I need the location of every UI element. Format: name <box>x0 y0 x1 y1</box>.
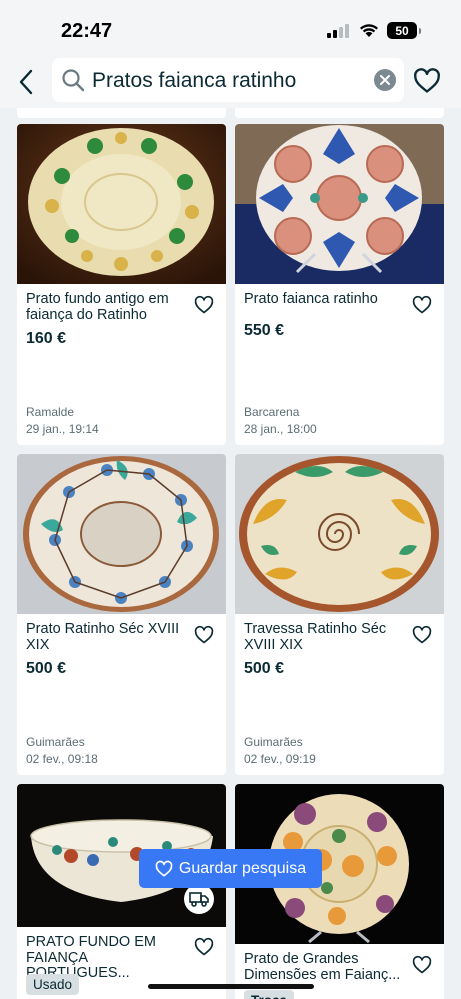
heart-outline-icon[interactable] <box>412 955 432 975</box>
search-query: Pratos faianca ratinho <box>92 69 297 92</box>
listing-title: Prato fundo antigo em faiança do Ratinho <box>26 291 169 323</box>
heart-outline-icon[interactable] <box>412 295 432 315</box>
condition-badge: Troca <box>244 990 295 999</box>
search-input[interactable]: Pratos faianca ratinho <box>52 58 404 102</box>
back-button[interactable] <box>10 64 42 100</box>
listing-title: Travessa Ratinho Séc XVIII XIX <box>244 621 387 653</box>
listing-card[interactable]: Prato fundo antigo em faiança do Ratinho… <box>17 124 226 445</box>
listing-location: Guimarães <box>26 735 85 749</box>
previous-card-edge <box>17 108 226 118</box>
previous-card-edge <box>235 108 444 118</box>
heart-outline-icon[interactable] <box>412 625 432 645</box>
listing-date: 02 fev., 09:19 <box>244 752 316 766</box>
clear-icon <box>380 75 390 85</box>
listing-date: 28 jan., 18:00 <box>244 422 317 436</box>
heart-outline-icon[interactable] <box>194 937 214 957</box>
delivery-badge <box>184 884 214 914</box>
signal-icon <box>327 24 349 38</box>
listing-image <box>17 454 226 614</box>
listing-card[interactable]: PRATO FUNDO EM FAIANÇA PORTUGUES... Usad… <box>17 784 226 999</box>
listing-card[interactable]: Prato faianca ratinho 550 € Barcarena 28… <box>235 124 444 445</box>
search-icon <box>62 69 85 92</box>
listing-card[interactable]: Prato de Grandes Dimensões em Faianç... … <box>235 784 444 999</box>
listing-card[interactable]: Prato Ratinho Séc XVIII XIX 500 € Guimar… <box>17 454 226 775</box>
home-indicator <box>148 984 314 989</box>
status-time: 22:47 <box>61 20 113 42</box>
search-header: Pratos faianca ratinho <box>0 58 461 108</box>
delivery-truck-icon <box>189 892 209 907</box>
listing-image <box>17 124 226 284</box>
save-search-button[interactable]: Guardar pesquisa <box>139 849 322 888</box>
chevron-left-icon <box>19 69 33 95</box>
save-search-label: Guardar pesquisa <box>178 859 307 877</box>
listing-price: 500 € <box>244 660 285 677</box>
clear-search-button[interactable] <box>374 69 396 91</box>
listing-price: 550 € <box>244 322 285 339</box>
heart-outline-icon[interactable] <box>194 625 214 645</box>
condition-badge: Usado <box>26 974 80 995</box>
listing-title: Prato Ratinho Séc XVIII XIX <box>26 621 180 653</box>
heart-outline-icon[interactable] <box>194 295 214 315</box>
listing-location: Guimarães <box>244 735 303 749</box>
listing-price: 160 € <box>26 330 67 347</box>
listing-card[interactable]: Travessa Ratinho Séc XVIII XIX 500 € Gui… <box>235 454 444 775</box>
heart-outline-icon <box>155 860 173 877</box>
listing-title: Prato de Grandes Dimensões em Faianç... <box>244 951 401 983</box>
listing-location: Barcarena <box>244 405 300 419</box>
listing-location: Ramalde <box>26 405 75 419</box>
listing-price: 500 € <box>26 660 67 677</box>
listing-date: 02 fev., 09:18 <box>26 752 98 766</box>
listing-image <box>235 124 444 284</box>
status-bar: 22:47 50 <box>0 0 461 58</box>
battery-icon: 50 <box>387 22 421 39</box>
wifi-icon <box>360 24 378 37</box>
listing-date: 29 jan., 19:14 <box>26 422 99 436</box>
favorite-search-heart-icon[interactable] <box>413 67 441 95</box>
listing-title: Prato faianca ratinho <box>244 291 378 307</box>
listing-image <box>235 454 444 614</box>
